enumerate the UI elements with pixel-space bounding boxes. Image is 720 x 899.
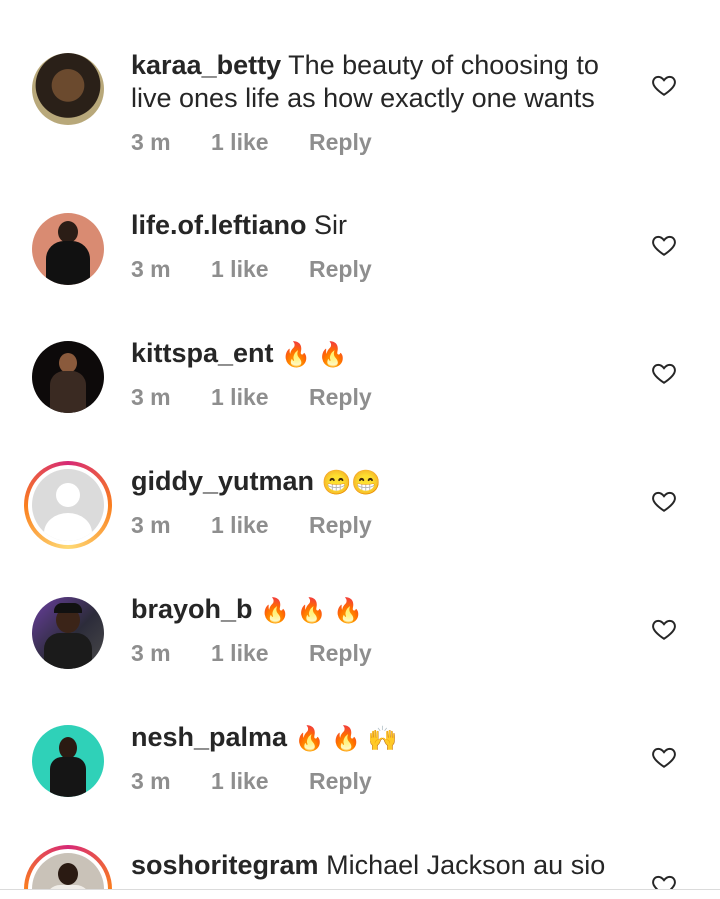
avatar	[32, 853, 104, 889]
heart-outline-icon[interactable]	[651, 872, 677, 889]
comment-username[interactable]: soshoritegram	[131, 850, 319, 880]
divider	[0, 889, 720, 890]
comment-text: Michael Jackson au sio	[326, 850, 606, 880]
comment-item: soshoritegram Michael Jackson au sio	[0, 0, 720, 889]
story-ring[interactable]	[24, 845, 112, 889]
